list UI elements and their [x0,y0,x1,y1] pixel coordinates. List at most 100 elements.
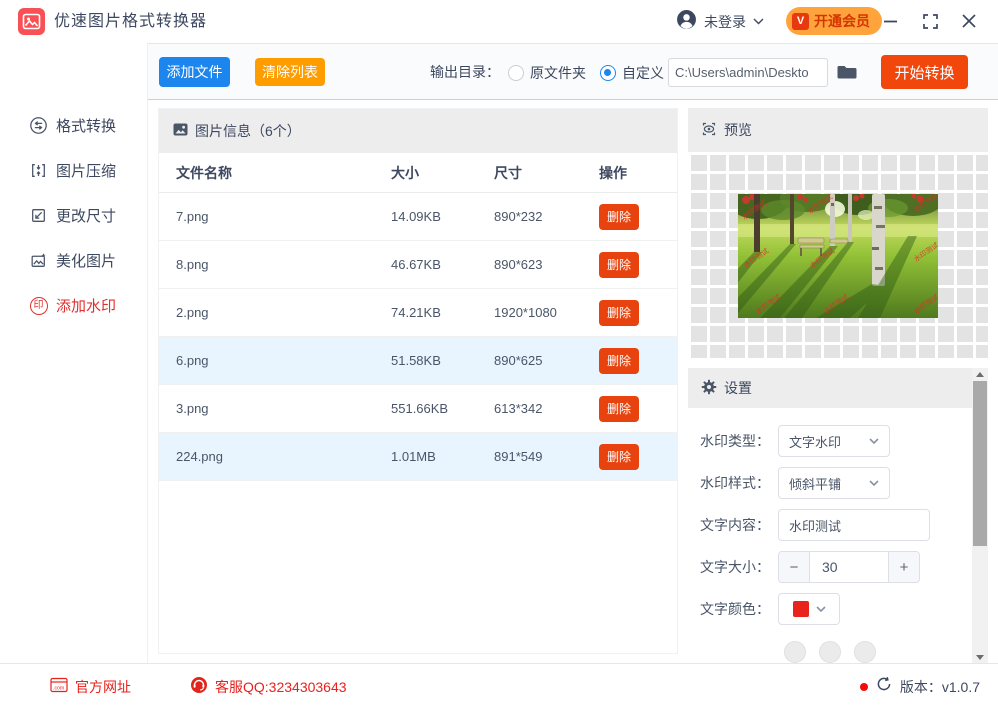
preview-image: 水印测试 水印测试 水印测试 水印测试 水印测试 水印测试 水印测试 水印测试 … [738,194,938,318]
beautify-icon [29,251,48,270]
titlebar: 优速图片格式转换器 未登录 V 开通会员 [0,0,998,43]
login-menu[interactable]: 未登录 [676,0,764,43]
file-dims: 891*549 [494,449,599,464]
vip-button[interactable]: V 开通会员 [786,7,882,35]
svg-text:.com: .com [53,686,64,692]
sidebar-item-resize[interactable]: 更改尺寸 [0,193,147,238]
file-size: 551.66KB [391,401,494,416]
support-qq-link[interactable]: 客服QQ:3234303643 [190,664,347,708]
sidebar-item-beautify[interactable]: 美化图片 [0,238,147,283]
vip-label: 开通会员 [814,11,870,31]
scroll-down-icon[interactable] [972,651,988,663]
file-size: 74.21KB [391,305,494,320]
sidebar-item-label: 美化图片 [56,250,116,271]
user-avatar-icon [676,9,697,35]
watermark-type-select[interactable]: 文字水印 [778,425,890,457]
preview-eye-icon [701,121,717,140]
radio-custom-folder[interactable]: 自定义 [600,44,664,101]
file-size: 51.58KB [391,353,494,368]
delete-button[interactable]: 删除 [599,300,639,326]
watermark-text-input[interactable] [778,509,930,541]
app-window: 优速图片格式转换器 未登录 V 开通会员 格式转换 [0,0,998,708]
preset-dot[interactable] [854,641,876,663]
footer-right: 版本：v1.0.7 [860,664,980,708]
refresh-icon[interactable] [876,676,892,697]
convert-icon [29,116,48,135]
table-row[interactable]: 8.png 46.67KB 890*623 删除 [159,241,677,289]
resize-icon [29,206,48,225]
color-preset-dots [688,641,972,663]
output-dir-label: 输出目录： [430,44,500,101]
preview-header: 预览 [688,108,988,152]
file-dims: 613*342 [494,401,599,416]
delete-button[interactable]: 删除 [599,204,639,230]
scrollbar-thumb[interactable] [973,381,987,546]
output-path-input[interactable] [668,58,828,87]
table-row[interactable]: 2.png 74.21KB 1920*1080 删除 [159,289,677,337]
file-name: 2.png [176,305,391,320]
table-header-row: 文件名称 大小 尺寸 操作 [159,153,677,193]
gear-icon [701,379,717,398]
stepper-minus-button[interactable]: − [779,552,810,582]
official-website-label: 官方网址 [75,677,131,697]
watermark-style-select[interactable]: 倾斜平铺 [778,467,890,499]
maximize-button[interactable] [919,10,941,32]
close-button[interactable] [958,10,980,32]
watermark-style-label: 水印样式： [700,473,778,493]
sidebar-item-label: 图片压缩 [56,160,116,181]
sidebar: 格式转换 图片压缩 更改尺寸 美化图片 印 添加水印 [0,43,148,663]
add-files-button[interactable]: 添加文件 [159,57,230,87]
table-row[interactable]: 7.png 14.09KB 890*232 删除 [159,193,677,241]
start-convert-button[interactable]: 开始转换 [881,55,968,89]
file-list-header: 图片信息（6个） [159,109,677,153]
settings-title: 设置 [724,378,752,398]
version-label: 版本：v1.0.7 [900,677,980,697]
table-row[interactable]: 6.png 51.58KB 890*625 删除 [159,337,677,385]
official-website-link[interactable]: .com 官方网址 [50,664,131,708]
file-name: 8.png [176,257,391,272]
stepper-plus-button[interactable]: + [888,552,919,582]
settings-header: 设置 [688,368,972,408]
sidebar-item-watermark[interactable]: 印 添加水印 [0,283,147,328]
settings-scrollbar[interactable] [972,368,988,663]
sidebar-item-label: 添加水印 [56,295,116,316]
delete-button[interactable]: 删除 [599,348,639,374]
col-size: 大小 [391,163,494,183]
file-list-title: 图片信息（6个） [195,121,301,141]
compress-icon [29,161,48,180]
vip-badge-icon: V [792,13,809,30]
preset-dot[interactable] [784,641,806,663]
watermark-type-row: 水印类型： 文字水印 [700,425,890,457]
browse-folder-icon[interactable] [836,62,858,82]
delete-button[interactable]: 删除 [599,444,639,470]
toolbar: 添加文件 清除列表 输出目录： 原文件夹 自定义 开始转换 [148,43,998,100]
font-size-stepper: − + [778,551,920,583]
watermark-type-label: 水印类型： [700,431,778,451]
color-picker-select[interactable] [778,593,840,625]
text-content-label: 文字内容： [700,515,778,535]
delete-button[interactable]: 删除 [599,252,639,278]
status-dot [860,683,868,691]
minimize-button[interactable] [879,10,901,32]
footer: .com 官方网址 客服QQ:3234303643 版本：v1.0.7 [0,663,998,708]
radio-original-folder[interactable]: 原文件夹 [508,44,586,101]
table-row[interactable]: 224.png 1.01MB 891*549 删除 [159,433,677,481]
app-title: 优速图片格式转换器 [54,0,207,43]
clear-list-button[interactable]: 清除列表 [255,58,325,86]
watermark-style-row: 水印样式： 倾斜平铺 [700,467,890,499]
text-size-row: 文字大小： − + [700,551,920,583]
text-content-row: 文字内容： [700,509,930,541]
chevron-down-icon [869,480,879,486]
settings-body: 水印类型： 文字水印 水印样式： 倾斜平铺 文字内容： 文字大小： − + [688,408,972,663]
file-size: 14.09KB [391,209,494,224]
delete-button[interactable]: 删除 [599,396,639,422]
sidebar-item-format-convert[interactable]: 格式转换 [0,103,147,148]
image-info-icon [173,122,188,140]
text-size-label: 文字大小： [700,557,778,577]
file-dims: 1920*1080 [494,305,599,320]
scroll-up-icon[interactable] [972,368,988,380]
preset-dot[interactable] [819,641,841,663]
sidebar-item-image-compress[interactable]: 图片压缩 [0,148,147,193]
table-row[interactable]: 3.png 551.66KB 613*342 删除 [159,385,677,433]
font-size-value-input[interactable] [810,552,888,582]
